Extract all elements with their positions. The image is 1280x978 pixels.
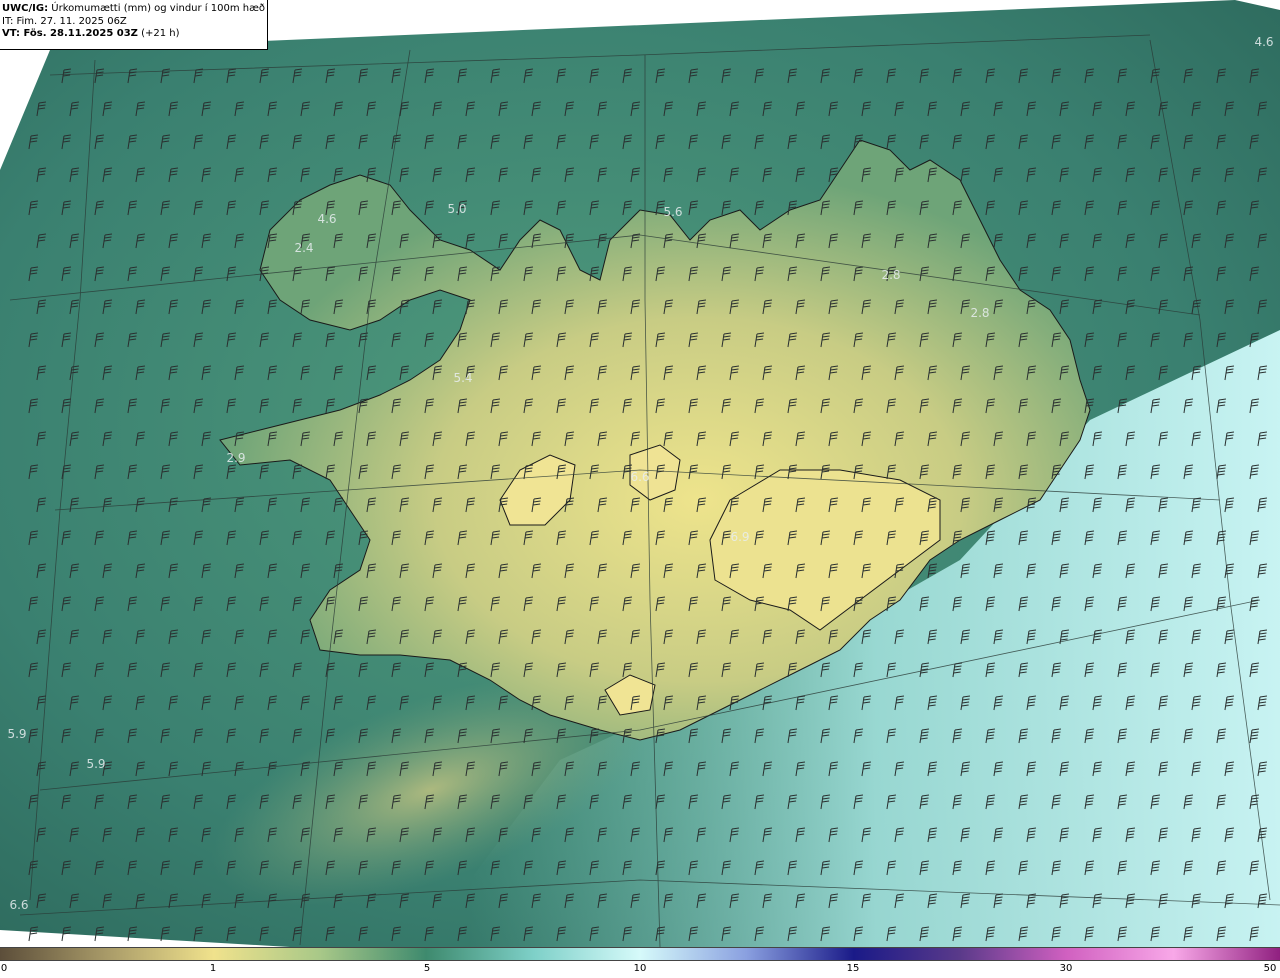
map-header: UWC/IG: Úrkomumætti (mm) og vindur í 100… bbox=[0, 0, 268, 50]
value-label: 2.8 bbox=[881, 268, 900, 282]
product-description: Úrkomumætti (mm) og vindur í 100m hæð bbox=[51, 3, 266, 14]
colorbar-tick: 50 bbox=[1263, 963, 1277, 974]
value-label: 5.4 bbox=[453, 371, 472, 385]
init-time: IT: Fim. 27. 11. 2025 06Z bbox=[2, 15, 127, 27]
value-label: 6.6 bbox=[9, 898, 28, 912]
colorbar bbox=[0, 947, 1280, 961]
valid-time: VT: Fös. 28.11.2025 03Z bbox=[2, 28, 138, 39]
value-label: 2.4 bbox=[294, 241, 313, 255]
colorbar-tick: 10 bbox=[633, 963, 647, 974]
value-label: 5.9 bbox=[7, 727, 26, 741]
value-label: 2.8 bbox=[970, 306, 989, 320]
colorbar-tick: 1 bbox=[209, 963, 217, 974]
value-label: 5.6 bbox=[663, 205, 682, 219]
colorbar-legend: 0 1 5 10 15 30 50 bbox=[0, 947, 1280, 978]
value-label: 5.9 bbox=[86, 757, 105, 771]
colorbar-tick: 30 bbox=[1059, 963, 1073, 974]
value-label: 2.9 bbox=[226, 451, 245, 465]
value-label: 5.0 bbox=[447, 202, 466, 216]
colorbar-tick: 0 bbox=[0, 963, 8, 974]
product-code: UWC/IG: bbox=[2, 3, 49, 14]
map-viewport: 4.6 5.0 5.6 2.4 4.6 2.8 2.8 5.4 2.9 6.6 6.9 5.9 5.9 6… bbox=[0, 0, 1280, 978]
value-label: 6.6 bbox=[630, 470, 649, 484]
colorbar-tick: 15 bbox=[846, 963, 860, 974]
product-line: UWC/IG: Úrkomumætti (mm) og vindur í 100… bbox=[2, 3, 267, 16]
value-label: 4.6 bbox=[1254, 35, 1273, 49]
forecast-offset: (+21 h) bbox=[141, 28, 180, 39]
value-label: 6.9 bbox=[730, 530, 749, 544]
value-label: 4.6 bbox=[317, 212, 336, 226]
weather-map: 4.6 5.0 5.6 2.4 4.6 2.8 2.8 5.4 2.9 6.6 6.9 5.9 5.9 6… bbox=[0, 0, 1280, 947]
colorbar-tick: 5 bbox=[423, 963, 431, 974]
valid-time-line: VT: Fös. 28.11.2025 03Z (+21 h) bbox=[2, 28, 267, 41]
